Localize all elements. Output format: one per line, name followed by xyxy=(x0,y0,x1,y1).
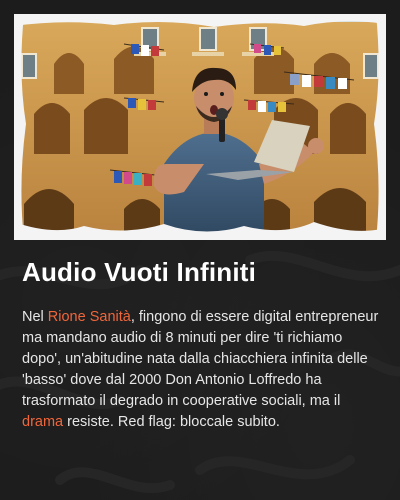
article-headline: Audio Vuoti Infiniti xyxy=(22,257,257,287)
body-text-part-1: Nel xyxy=(22,309,48,325)
content-card: Audio Vuoti Infiniti Nel Rione Sanità, f… xyxy=(0,0,400,500)
hero-image xyxy=(14,14,386,240)
article-body: Nel Rione Sanità, fingono di essere digi… xyxy=(22,307,382,433)
rione-sanita-link[interactable]: Rione Sanità xyxy=(48,309,131,325)
drama-link[interactable]: drama xyxy=(22,414,63,430)
body-text-part-3: resiste. Red flag: bloccale subito. xyxy=(63,414,280,430)
